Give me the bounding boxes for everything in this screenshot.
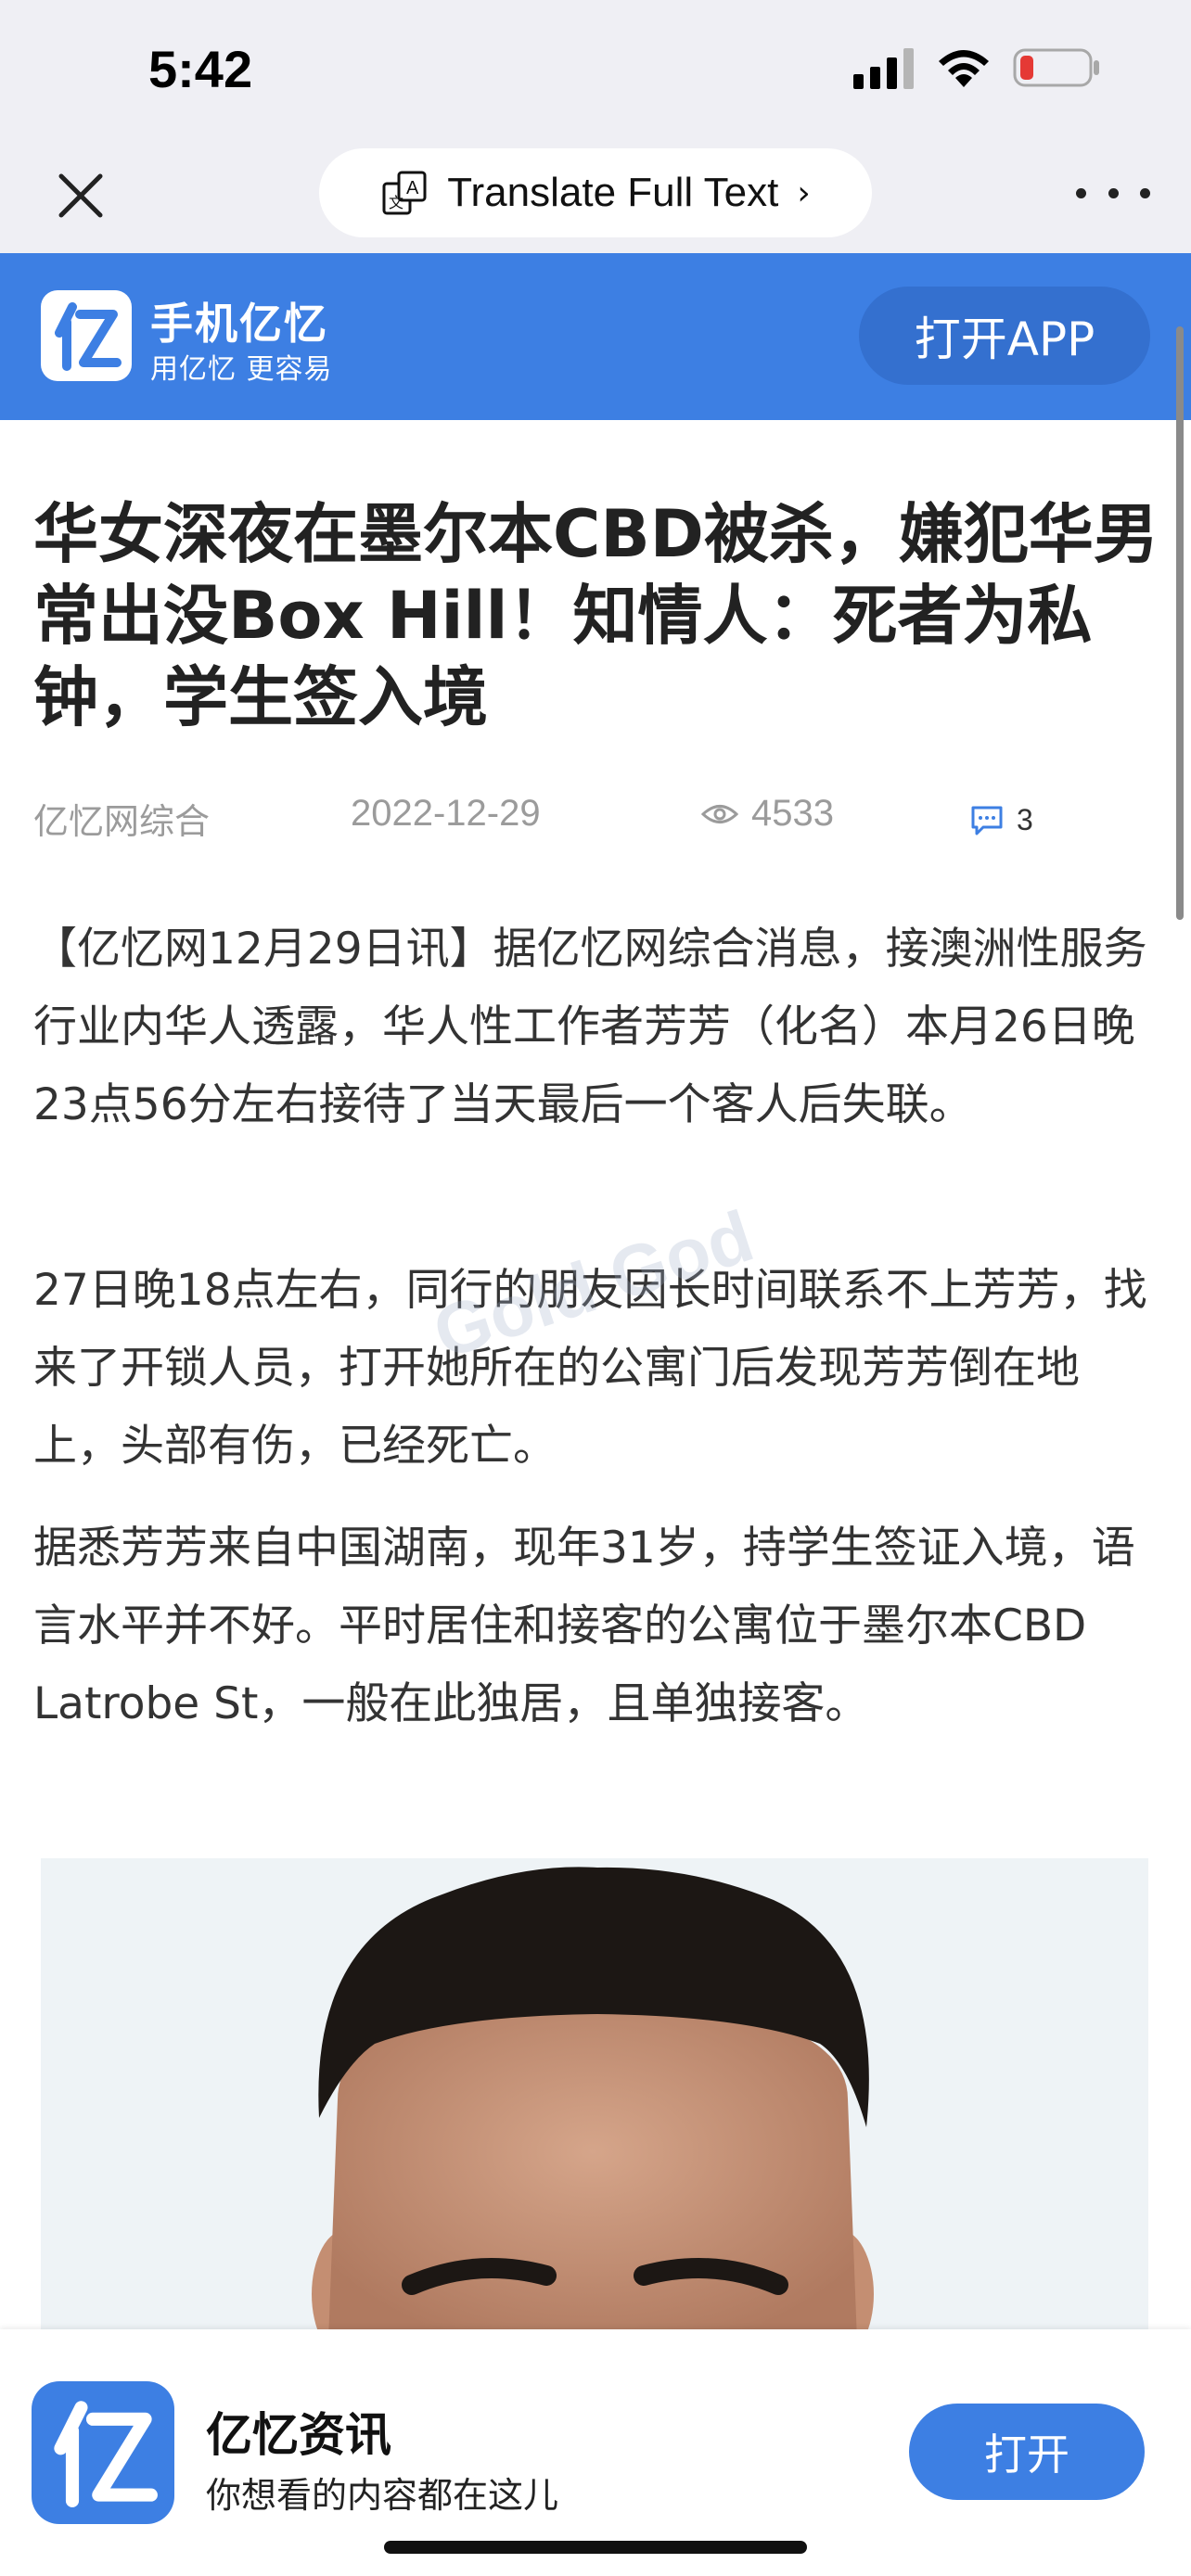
app-logo-icon bbox=[55, 302, 122, 371]
wifi-icon bbox=[939, 50, 989, 87]
chevron-right-icon: › bbox=[797, 173, 811, 212]
app-title: 手机亿忆 bbox=[150, 299, 328, 349]
eye-icon bbox=[701, 804, 738, 823]
translate-icon: A 文 bbox=[382, 171, 427, 215]
comment-count[interactable]: 3 bbox=[970, 803, 1033, 837]
comment-icon bbox=[971, 806, 1003, 835]
battery-low-icon bbox=[1013, 48, 1099, 87]
translate-label: Translate Full Text bbox=[447, 170, 779, 215]
article-source: 亿忆网综合 bbox=[33, 801, 211, 842]
open-app-button[interactable]: 打开APP bbox=[859, 287, 1150, 385]
app-download-banner: 手机亿忆 用亿忆 更容易 打开APP bbox=[0, 253, 1191, 420]
browser-toolbar: A 文 Translate Full Text › bbox=[0, 137, 1191, 253]
article-date: 2022-12-29 bbox=[351, 793, 541, 834]
status-time: 5:42 bbox=[148, 40, 253, 98]
view-count-value: 4533 bbox=[751, 793, 834, 834]
bottom-app-name: 亿忆资讯 bbox=[206, 2408, 391, 2462]
close-icon[interactable] bbox=[48, 163, 113, 228]
translate-full-text-button[interactable]: A 文 Translate Full Text › bbox=[319, 148, 872, 237]
bottom-app-logo bbox=[32, 2381, 174, 2524]
cellular-signal-icon bbox=[853, 48, 914, 89]
svg-text:A: A bbox=[406, 178, 419, 198]
suspect-photo-illustration bbox=[41, 1858, 1148, 2329]
bottom-app-bar: 亿忆资讯 你想看的内容都在这儿 打开 bbox=[0, 2329, 1191, 2576]
svg-text:文: 文 bbox=[389, 194, 403, 211]
app-logo-icon bbox=[54, 2401, 158, 2507]
article-paragraph: 据悉芳芳来自中国湖南，现年31岁，持学生签证入境，语言水平并不好。平时居住和接客… bbox=[33, 1523, 1135, 1729]
article-paragraph: 【亿忆网12月29日讯】据亿忆网综合消息，接澳洲性服务行业内华人透露，华人性工作… bbox=[33, 924, 1147, 1130]
more-icon[interactable] bbox=[1076, 174, 1150, 211]
scrollbar[interactable] bbox=[1176, 326, 1184, 920]
status-bar: 5:42 bbox=[0, 0, 1191, 137]
view-count: 4533 bbox=[701, 793, 834, 835]
app-logo bbox=[41, 290, 132, 381]
comment-count-value: 3 bbox=[1017, 803, 1033, 836]
open-button[interactable]: 打开 bbox=[909, 2404, 1145, 2500]
app-tagline: 用亿忆 更容易 bbox=[150, 353, 333, 386]
article-title: 华女深夜在墨尔本CBD被杀，嫌犯华男常出没Box Hill！知情人：死者为私钟，… bbox=[33, 496, 1159, 735]
article-photo bbox=[41, 1858, 1148, 2329]
bottom-app-description: 你想看的内容都在这儿 bbox=[206, 2475, 559, 2516]
home-indicator[interactable] bbox=[384, 2541, 807, 2554]
